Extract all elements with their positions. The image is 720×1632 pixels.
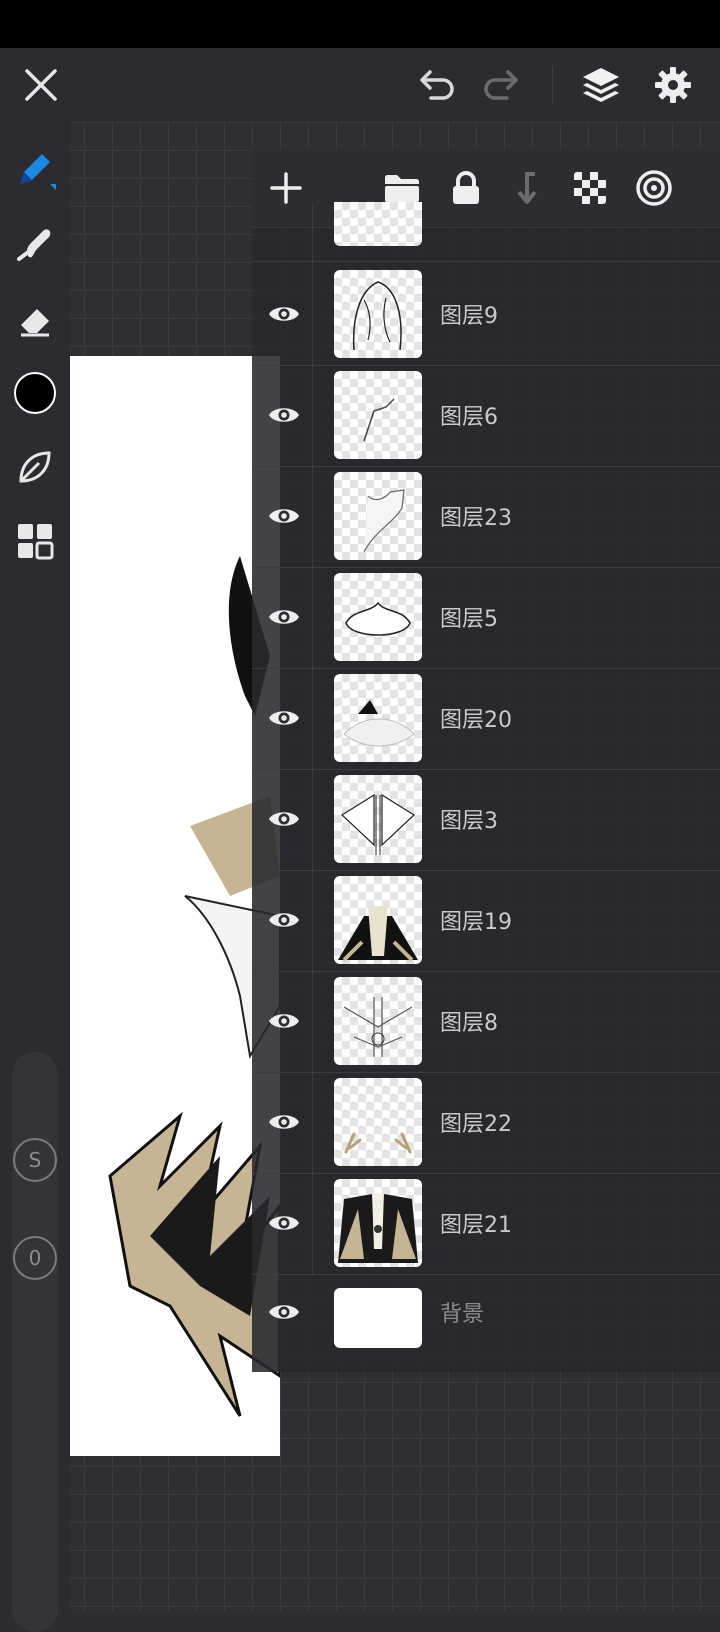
artboard[interactable] (70, 356, 280, 1456)
visibility-toggle[interactable] (264, 1203, 304, 1243)
layer-row[interactable]: 图层21 (252, 1171, 720, 1275)
layers-icon (583, 68, 619, 102)
size-badge[interactable]: S (13, 1138, 57, 1182)
smudge-icon (17, 229, 51, 261)
visibility-toggle[interactable] (264, 1001, 304, 1041)
eye-icon (269, 1216, 299, 1230)
layer-name: 图层3 (440, 809, 498, 834)
grid-tool[interactable] (8, 514, 62, 568)
layer-row[interactable]: 图层5 (252, 565, 720, 669)
layer-name: 图层8 (440, 1011, 498, 1036)
visibility-toggle[interactable] (264, 597, 304, 637)
eye-icon (269, 812, 299, 826)
visibility-toggle[interactable] (264, 294, 304, 334)
pen-tool[interactable] (8, 142, 62, 196)
color-swatch[interactable] (8, 366, 62, 420)
pen-icon (20, 154, 56, 190)
grid-icon (18, 524, 54, 560)
opacity-badge[interactable]: 0 (13, 1236, 57, 1280)
layer-row[interactable]: 图层19 (252, 868, 720, 972)
layer-thumbnail (334, 775, 422, 863)
artwork (108, 556, 280, 1417)
layer-name: 图层23 (440, 506, 512, 531)
background-layer-row[interactable]: 背景 (252, 1272, 720, 1372)
visibility-toggle[interactable] (264, 1292, 304, 1332)
settings-button[interactable] (650, 62, 696, 108)
layer-name: 图层5 (440, 607, 498, 632)
layer-thumbnail (334, 977, 422, 1065)
visibility-toggle[interactable] (264, 395, 304, 435)
close-icon (25, 69, 57, 101)
layer-name: 图层6 (440, 405, 498, 430)
layer-name: 图层9 (440, 304, 498, 329)
visibility-toggle[interactable] (264, 496, 304, 536)
layers-list[interactable]: 图层9 图层6 图层23 图层5 图层20 图层3 图层19 图层8 图层22 … (252, 202, 720, 1372)
checkerboard-icon (574, 172, 606, 204)
gear-icon (655, 67, 691, 103)
redo-button[interactable] (478, 62, 524, 108)
layer-panel: 图层9 图层6 图层23 图层5 图层20 图层3 图层19 图层8 图层22 … (252, 150, 720, 1372)
layer-name: 图层19 (440, 910, 512, 935)
undo-button[interactable] (414, 62, 460, 108)
left-toolbar: S 0 (0, 122, 70, 1632)
eye-icon (269, 711, 299, 725)
eye-icon (269, 610, 299, 624)
eye-icon (269, 408, 299, 422)
layer-name: 图层22 (440, 1112, 512, 1137)
layer-row-partial[interactable] (252, 202, 720, 262)
layers-button[interactable] (578, 62, 624, 108)
close-button[interactable] (18, 62, 64, 108)
eye-icon (269, 1014, 299, 1028)
top-toolbar (0, 48, 720, 122)
layer-thumbnail (334, 1288, 422, 1348)
folder-icon (385, 175, 419, 202)
smudge-tool[interactable] (8, 216, 62, 270)
eye-icon (269, 307, 299, 321)
layer-name: 背景 (440, 1302, 485, 1327)
layer-thumbnail (334, 371, 422, 459)
toolbar-divider (552, 66, 553, 104)
layer-thumbnail (334, 876, 422, 964)
status-bar (0, 0, 720, 48)
layer-thumbnail (334, 674, 422, 762)
color-circle (14, 372, 56, 414)
undo-icon (420, 70, 454, 100)
visibility-toggle[interactable] (264, 1102, 304, 1142)
eraser-icon (21, 309, 49, 337)
visibility-toggle[interactable] (264, 698, 304, 738)
layer-thumbnail (334, 1179, 422, 1267)
eye-icon (269, 1115, 299, 1129)
layer-thumbnail (334, 202, 422, 246)
lock-icon (453, 171, 479, 204)
plus-icon (270, 172, 302, 204)
merge-down-icon (517, 172, 537, 204)
layer-row[interactable]: 图层23 (252, 464, 720, 568)
layer-thumbnail (334, 270, 422, 358)
eye-icon (269, 509, 299, 523)
leaf-icon (19, 451, 51, 483)
visibility-toggle[interactable] (264, 900, 304, 940)
layer-thumbnail (334, 1078, 422, 1166)
eye-icon (269, 1305, 299, 1319)
eraser-tool[interactable] (8, 292, 62, 346)
leaf-tool[interactable] (8, 440, 62, 494)
layer-row[interactable]: 图层6 (252, 363, 720, 467)
layer-row[interactable]: 图层9 (252, 262, 720, 366)
eye-icon (269, 913, 299, 927)
layer-row[interactable]: 图层8 (252, 969, 720, 1073)
visibility-toggle[interactable] (264, 799, 304, 839)
layer-name: 图层20 (440, 708, 512, 733)
layer-row[interactable]: 图层3 (252, 767, 720, 871)
layer-thumbnail (334, 573, 422, 661)
layer-name: 图层21 (440, 1213, 512, 1238)
layer-row[interactable]: 图层22 (252, 1070, 720, 1174)
layer-row[interactable]: 图层20 (252, 666, 720, 770)
layer-thumbnail (334, 472, 422, 560)
redo-icon (484, 70, 518, 100)
